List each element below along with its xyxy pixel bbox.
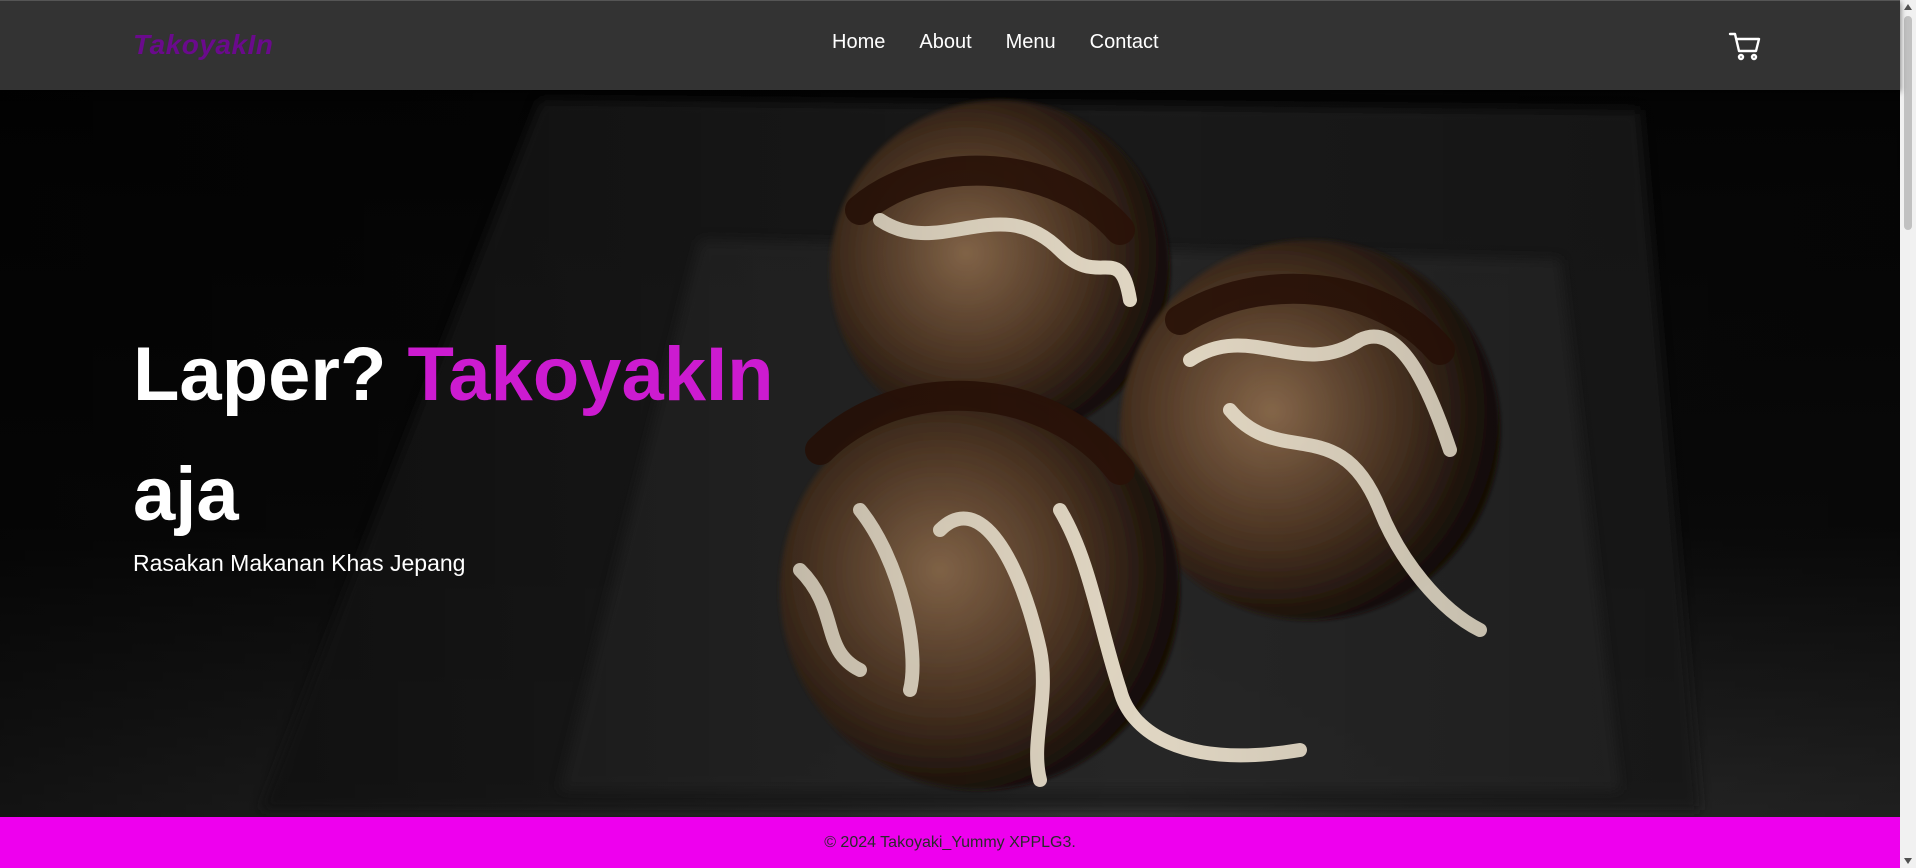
scroll-up-arrow-icon[interactable] bbox=[1904, 4, 1912, 10]
footer-copyright: © 2024 Takoyaki_Yummy XPPLG3. bbox=[824, 834, 1076, 851]
hero-title-lead: Laper? bbox=[133, 332, 408, 417]
hero-title: Laper? TakoyakIn aja bbox=[133, 315, 833, 555]
nav-link-contact[interactable]: Contact bbox=[1090, 31, 1159, 54]
cart-icon[interactable] bbox=[1728, 31, 1762, 61]
scroll-thumb[interactable] bbox=[1904, 16, 1912, 230]
scroll-down-arrow-icon[interactable] bbox=[1904, 858, 1912, 864]
hero-title-tail: aja bbox=[133, 452, 239, 537]
hero-title-accent: TakoyakIn bbox=[407, 332, 774, 417]
nav-links: Home About Menu Contact bbox=[832, 31, 1159, 54]
logo[interactable]: TakoyakIn bbox=[133, 29, 273, 61]
nav-link-menu[interactable]: Menu bbox=[1006, 31, 1056, 54]
nav-link-about[interactable]: About bbox=[919, 31, 971, 54]
vertical-scrollbar[interactable] bbox=[1900, 0, 1916, 868]
footer: © 2024 Takoyaki_Yummy XPPLG3. bbox=[0, 817, 1900, 868]
navbar: TakoyakIn Home About Menu Contact bbox=[0, 0, 1900, 90]
hero-section: Laper? TakoyakIn aja Rasakan Makanan Khas… bbox=[0, 90, 1900, 817]
hero-subtitle: Rasakan Makanan Khas Jepang bbox=[133, 550, 466, 576]
nav-link-home[interactable]: Home bbox=[832, 31, 885, 54]
